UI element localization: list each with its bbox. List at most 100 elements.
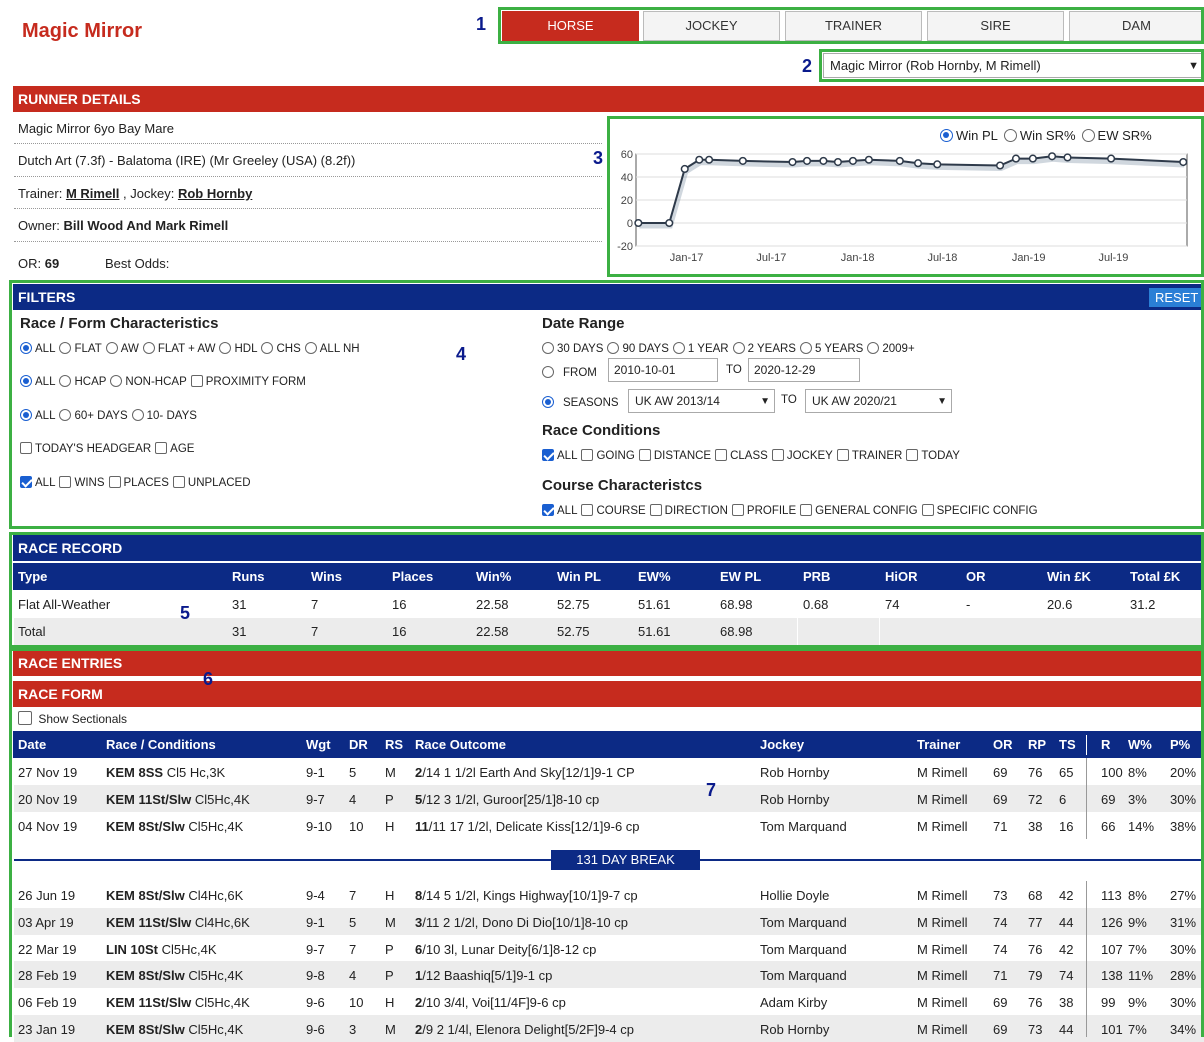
race-outcome[interactable]: 2/9 2 1/4l, Elenora Delight[5/2F]9-4 cp xyxy=(415,1022,634,1037)
option-radio[interactable] xyxy=(110,375,123,387)
show-sectionals-checkbox[interactable] xyxy=(18,711,32,725)
chart-point[interactable] xyxy=(695,155,704,164)
option-checkbox[interactable] xyxy=(649,504,662,516)
option-all[interactable]: ALL xyxy=(542,447,581,462)
chart-point[interactable] xyxy=(1107,154,1116,163)
option-checkbox[interactable] xyxy=(836,449,849,461)
runner-select[interactable]: Magic Mirror (Rob Hornby, M Rimell) ▼ xyxy=(823,53,1204,78)
race-entries-header[interactable]: RACE ENTRIES xyxy=(13,650,1204,676)
chart-point[interactable] xyxy=(665,218,674,228)
option-radio[interactable] xyxy=(219,342,232,354)
option-checkbox[interactable] xyxy=(715,449,728,461)
race-course-link[interactable]: KEM 11St/Slw Cl4Hc,6K xyxy=(106,915,250,930)
option-checkbox[interactable] xyxy=(771,449,784,461)
option-general-config[interactable]: GENERAL CONFIG xyxy=(800,502,921,517)
trainer-link[interactable]: M Rimell xyxy=(66,186,119,201)
option-90-days[interactable]: 90 DAYS xyxy=(607,340,672,355)
race-outcome[interactable]: 6/10 3l, Lunar Deity[6/1]8-12 cp xyxy=(415,942,596,957)
option-wins[interactable]: WINS xyxy=(59,474,108,489)
chart-option-radio[interactable] xyxy=(1081,129,1095,142)
option-proximity-form[interactable]: PROXIMITY FORM xyxy=(190,373,310,388)
tab-trainer[interactable]: TRAINER xyxy=(785,11,922,41)
chart-point[interactable] xyxy=(738,156,747,165)
option-today-s-headgear[interactable]: TODAY'S HEADGEAR xyxy=(20,440,155,455)
option-30-days[interactable]: 30 DAYS xyxy=(542,340,607,355)
seasons-radio[interactable] xyxy=(542,396,554,408)
option-checkbox[interactable] xyxy=(906,449,919,461)
chart-point[interactable] xyxy=(819,156,828,165)
race-course-link[interactable]: KEM 8St/Slw Cl5Hc,4K xyxy=(106,968,243,983)
option-specific-config[interactable]: SPECIFIC CONFIG xyxy=(921,502,1042,517)
race-course-link[interactable]: KEM 8St/Slw Cl4Hc,6K xyxy=(106,888,243,903)
option-course[interactable]: COURSE xyxy=(581,502,649,517)
season-to-select[interactable]: UK AW 2020/21 ▼ xyxy=(805,389,952,413)
tab-sire[interactable]: SIRE xyxy=(927,11,1064,41)
race-form-header[interactable]: RACE FORM xyxy=(13,681,1204,707)
option-radio[interactable] xyxy=(142,342,155,354)
chart-point[interactable] xyxy=(788,157,797,167)
chart-point[interactable] xyxy=(634,218,643,228)
chart-point[interactable] xyxy=(864,155,873,164)
option-radio[interactable] xyxy=(20,342,32,354)
option-distance[interactable]: DISTANCE xyxy=(638,447,715,462)
option-all[interactable]: ALL xyxy=(20,340,59,355)
option-chs[interactable]: CHS xyxy=(261,340,304,355)
option-radio[interactable] xyxy=(304,342,317,354)
race-course-link[interactable]: KEM 8St/Slw Cl5Hc,4K xyxy=(106,1022,243,1037)
option-checkbox[interactable] xyxy=(581,449,594,461)
chart-point[interactable] xyxy=(933,160,942,169)
option-1-year[interactable]: 1 YEAR xyxy=(672,340,733,355)
option-aw[interactable]: AW xyxy=(105,340,143,355)
chart-point[interactable] xyxy=(996,161,1005,170)
chart-option-radio[interactable] xyxy=(940,129,953,142)
option-trainer[interactable]: TRAINER xyxy=(836,447,906,462)
option-radio[interactable] xyxy=(20,409,32,421)
option-radio[interactable] xyxy=(732,342,745,354)
race-outcome[interactable]: 1/12 Baashiq[5/1]9-1 cp xyxy=(415,968,552,983)
race-outcome[interactable]: 5/12 3 1/2l, Guroor[25/1]8-10 cp xyxy=(415,792,599,807)
race-outcome[interactable]: 11/11 17 1/2l, Delicate Kiss[12/1]9-6 cp xyxy=(415,819,640,834)
option-direction[interactable]: DIRECTION xyxy=(649,502,732,517)
option-checkbox[interactable] xyxy=(638,449,651,461)
race-course-link[interactable]: LIN 10St Cl5Hc,4K xyxy=(106,942,217,957)
option-jockey[interactable]: JOCKEY xyxy=(771,447,837,462)
option-places[interactable]: PLACES xyxy=(108,474,173,489)
option-5-years[interactable]: 5 YEARS xyxy=(799,340,867,355)
filter-seasons-option[interactable]: SEASONS xyxy=(542,394,623,409)
chart-point[interactable] xyxy=(833,157,842,167)
from-date-input[interactable]: 2010-10-01 xyxy=(608,358,718,382)
option-checkbox[interactable] xyxy=(542,449,554,461)
option-checkbox[interactable] xyxy=(800,504,813,516)
chart-point[interactable] xyxy=(848,156,857,165)
chart-point[interactable] xyxy=(914,159,923,168)
chart-point[interactable] xyxy=(895,156,904,165)
option-today[interactable]: TODAY xyxy=(906,447,964,462)
season-from-select[interactable]: UK AW 2013/14 ▼ xyxy=(628,389,775,413)
option-checkbox[interactable] xyxy=(190,375,203,387)
chart-point[interactable] xyxy=(1048,152,1057,161)
option-2-years[interactable]: 2 YEARS xyxy=(732,340,800,355)
race-course-link[interactable]: KEM 8SS Cl5 Hc,3K xyxy=(106,765,225,780)
filter-from-option[interactable]: FROM xyxy=(542,364,601,379)
option-60-days[interactable]: 60+ DAYS xyxy=(59,407,131,422)
option-checkbox[interactable] xyxy=(20,476,32,488)
chart-option-ew-sr[interactable]: EW SR% xyxy=(1081,128,1152,143)
option-unplaced[interactable]: UNPLACED xyxy=(172,474,255,489)
option-all[interactable]: ALL xyxy=(542,502,581,517)
chart-point[interactable] xyxy=(1011,154,1021,163)
option-hcap[interactable]: HCAP xyxy=(59,373,110,388)
option-hdl[interactable]: HDL xyxy=(219,340,261,355)
option-radio[interactable] xyxy=(105,342,118,354)
chart-point[interactable] xyxy=(1179,157,1188,167)
chart-point[interactable] xyxy=(802,156,812,165)
option-all[interactable]: ALL xyxy=(20,373,59,388)
race-course-link[interactable]: KEM 11St/Slw Cl5Hc,4K xyxy=(106,792,250,807)
race-course-link[interactable]: KEM 11St/Slw Cl5Hc,4K xyxy=(106,995,250,1010)
chart-point[interactable] xyxy=(1028,154,1037,163)
option-10-days[interactable]: 10- DAYS xyxy=(131,407,201,422)
option-checkbox[interactable] xyxy=(20,442,32,454)
option-2009[interactable]: 2009+ xyxy=(867,340,918,355)
option-checkbox[interactable] xyxy=(581,504,594,516)
tab-horse[interactable]: HORSE xyxy=(502,11,639,41)
jockey-link[interactable]: Rob Hornby xyxy=(178,186,252,201)
